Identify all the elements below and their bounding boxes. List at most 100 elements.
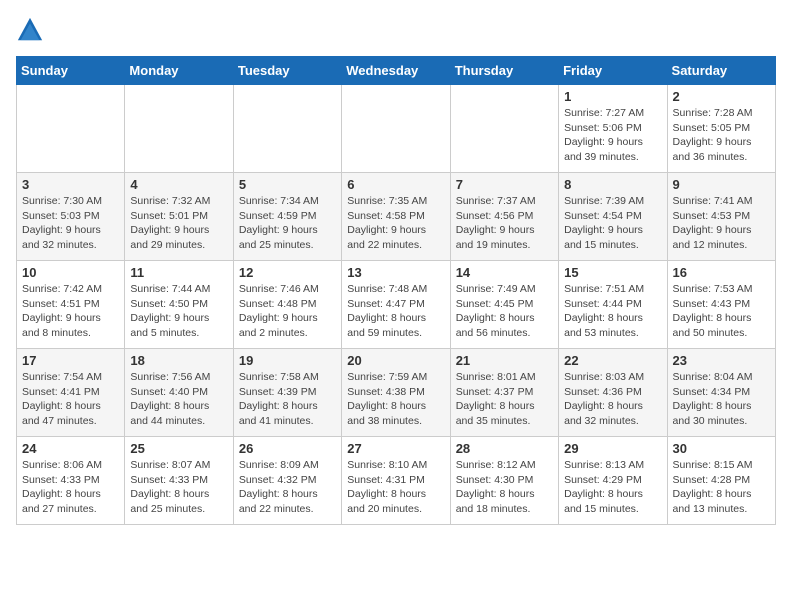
day-number-12: 12 [239,265,336,280]
day-number-24: 24 [22,441,119,456]
day-cell-16: 16 Sunrise: 7:53 AM Sunset: 4:43 PM Dayli… [667,261,775,349]
day-number-10: 10 [22,265,119,280]
logo [16,16,48,44]
day-cell-3: 3 Sunrise: 7:30 AM Sunset: 5:03 PM Daylig… [17,173,125,261]
day-number-1: 1 [564,89,661,104]
day-info-6: Sunrise: 7:35 AM Sunset: 4:58 PM Dayligh… [347,194,444,253]
day-info-11: Sunrise: 7:44 AM Sunset: 4:50 PM Dayligh… [130,282,227,341]
week-row-4: 17 Sunrise: 7:54 AM Sunset: 4:41 PM Dayli… [17,349,776,437]
day-info-22: Sunrise: 8:03 AM Sunset: 4:36 PM Dayligh… [564,370,661,429]
weekday-header-sunday: Sunday [17,57,125,85]
day-info-30: Sunrise: 8:15 AM Sunset: 4:28 PM Dayligh… [673,458,770,517]
day-number-21: 21 [456,353,553,368]
day-number-7: 7 [456,177,553,192]
weekday-header-thursday: Thursday [450,57,558,85]
day-number-25: 25 [130,441,227,456]
day-number-15: 15 [564,265,661,280]
day-cell-25: 25 Sunrise: 8:07 AM Sunset: 4:33 PM Dayli… [125,437,233,525]
day-number-20: 20 [347,353,444,368]
day-cell-20: 20 Sunrise: 7:59 AM Sunset: 4:38 PM Dayli… [342,349,450,437]
day-cell-26: 26 Sunrise: 8:09 AM Sunset: 4:32 PM Dayli… [233,437,341,525]
day-cell-22: 22 Sunrise: 8:03 AM Sunset: 4:36 PM Dayli… [559,349,667,437]
day-number-2: 2 [673,89,770,104]
day-info-4: Sunrise: 7:32 AM Sunset: 5:01 PM Dayligh… [130,194,227,253]
day-info-25: Sunrise: 8:07 AM Sunset: 4:33 PM Dayligh… [130,458,227,517]
week-row-1: 1 Sunrise: 7:27 AM Sunset: 5:06 PM Daylig… [17,85,776,173]
day-cell-11: 11 Sunrise: 7:44 AM Sunset: 4:50 PM Dayli… [125,261,233,349]
day-info-18: Sunrise: 7:56 AM Sunset: 4:40 PM Dayligh… [130,370,227,429]
empty-cell [17,85,125,173]
day-cell-17: 17 Sunrise: 7:54 AM Sunset: 4:41 PM Dayli… [17,349,125,437]
day-info-10: Sunrise: 7:42 AM Sunset: 4:51 PM Dayligh… [22,282,119,341]
day-number-8: 8 [564,177,661,192]
day-number-26: 26 [239,441,336,456]
day-cell-27: 27 Sunrise: 8:10 AM Sunset: 4:31 PM Dayli… [342,437,450,525]
day-cell-29: 29 Sunrise: 8:13 AM Sunset: 4:29 PM Dayli… [559,437,667,525]
day-number-11: 11 [130,265,227,280]
calendar-table: SundayMondayTuesdayWednesdayThursdayFrid… [16,56,776,525]
day-cell-10: 10 Sunrise: 7:42 AM Sunset: 4:51 PM Dayli… [17,261,125,349]
day-info-27: Sunrise: 8:10 AM Sunset: 4:31 PM Dayligh… [347,458,444,517]
week-row-5: 24 Sunrise: 8:06 AM Sunset: 4:33 PM Dayli… [17,437,776,525]
weekday-header-tuesday: Tuesday [233,57,341,85]
day-number-9: 9 [673,177,770,192]
empty-cell [450,85,558,173]
day-info-17: Sunrise: 7:54 AM Sunset: 4:41 PM Dayligh… [22,370,119,429]
day-info-3: Sunrise: 7:30 AM Sunset: 5:03 PM Dayligh… [22,194,119,253]
day-info-19: Sunrise: 7:58 AM Sunset: 4:39 PM Dayligh… [239,370,336,429]
day-info-9: Sunrise: 7:41 AM Sunset: 4:53 PM Dayligh… [673,194,770,253]
day-info-8: Sunrise: 7:39 AM Sunset: 4:54 PM Dayligh… [564,194,661,253]
day-number-18: 18 [130,353,227,368]
day-cell-4: 4 Sunrise: 7:32 AM Sunset: 5:01 PM Daylig… [125,173,233,261]
day-number-28: 28 [456,441,553,456]
day-cell-13: 13 Sunrise: 7:48 AM Sunset: 4:47 PM Dayli… [342,261,450,349]
day-number-23: 23 [673,353,770,368]
day-info-29: Sunrise: 8:13 AM Sunset: 4:29 PM Dayligh… [564,458,661,517]
day-cell-6: 6Sunrise: 7:35 AM Sunset: 4:58 PM Daylig… [342,173,450,261]
weekday-header-monday: Monday [125,57,233,85]
page-header [16,16,776,44]
day-number-5: 5 [239,177,336,192]
day-info-7: Sunrise: 7:37 AM Sunset: 4:56 PM Dayligh… [456,194,553,253]
weekday-header-wednesday: Wednesday [342,57,450,85]
day-number-14: 14 [456,265,553,280]
day-number-27: 27 [347,441,444,456]
day-number-13: 13 [347,265,444,280]
day-info-16: Sunrise: 7:53 AM Sunset: 4:43 PM Dayligh… [673,282,770,341]
empty-cell [125,85,233,173]
day-info-28: Sunrise: 8:12 AM Sunset: 4:30 PM Dayligh… [456,458,553,517]
day-info-1: Sunrise: 7:27 AM Sunset: 5:06 PM Dayligh… [564,106,661,165]
weekday-header-saturday: Saturday [667,57,775,85]
day-info-12: Sunrise: 7:46 AM Sunset: 4:48 PM Dayligh… [239,282,336,341]
day-info-14: Sunrise: 7:49 AM Sunset: 4:45 PM Dayligh… [456,282,553,341]
day-number-29: 29 [564,441,661,456]
day-cell-19: 19Sunrise: 7:58 AM Sunset: 4:39 PM Dayli… [233,349,341,437]
day-number-16: 16 [673,265,770,280]
day-cell-14: 14 Sunrise: 7:49 AM Sunset: 4:45 PM Dayli… [450,261,558,349]
day-info-13: Sunrise: 7:48 AM Sunset: 4:47 PM Dayligh… [347,282,444,341]
weekday-header-row: SundayMondayTuesdayWednesdayThursdayFrid… [17,57,776,85]
day-cell-23: 23Sunrise: 8:04 AM Sunset: 4:34 PM Dayli… [667,349,775,437]
day-info-15: Sunrise: 7:51 AM Sunset: 4:44 PM Dayligh… [564,282,661,341]
day-number-4: 4 [130,177,227,192]
day-cell-9: 9 Sunrise: 7:41 AM Sunset: 4:53 PM Daylig… [667,173,775,261]
day-info-20: Sunrise: 7:59 AM Sunset: 4:38 PM Dayligh… [347,370,444,429]
day-cell-1: 1 Sunrise: 7:27 AM Sunset: 5:06 PM Daylig… [559,85,667,173]
day-number-17: 17 [22,353,119,368]
day-cell-5: 5 Sunrise: 7:34 AM Sunset: 4:59 PM Daylig… [233,173,341,261]
weekday-header-friday: Friday [559,57,667,85]
logo-icon [16,16,44,44]
day-info-5: Sunrise: 7:34 AM Sunset: 4:59 PM Dayligh… [239,194,336,253]
day-cell-2: 2Sunrise: 7:28 AM Sunset: 5:05 PM Daylig… [667,85,775,173]
day-cell-7: 7 Sunrise: 7:37 AM Sunset: 4:56 PM Daylig… [450,173,558,261]
week-row-2: 3 Sunrise: 7:30 AM Sunset: 5:03 PM Daylig… [17,173,776,261]
day-number-22: 22 [564,353,661,368]
day-cell-15: 15 Sunrise: 7:51 AM Sunset: 4:44 PM Dayli… [559,261,667,349]
day-info-24: Sunrise: 8:06 AM Sunset: 4:33 PM Dayligh… [22,458,119,517]
day-number-3: 3 [22,177,119,192]
day-cell-12: 12 Sunrise: 7:46 AM Sunset: 4:48 PM Dayli… [233,261,341,349]
empty-cell [233,85,341,173]
day-cell-8: 8 Sunrise: 7:39 AM Sunset: 4:54 PM Daylig… [559,173,667,261]
day-info-26: Sunrise: 8:09 AM Sunset: 4:32 PM Dayligh… [239,458,336,517]
day-cell-30: 30Sunrise: 8:15 AM Sunset: 4:28 PM Dayli… [667,437,775,525]
